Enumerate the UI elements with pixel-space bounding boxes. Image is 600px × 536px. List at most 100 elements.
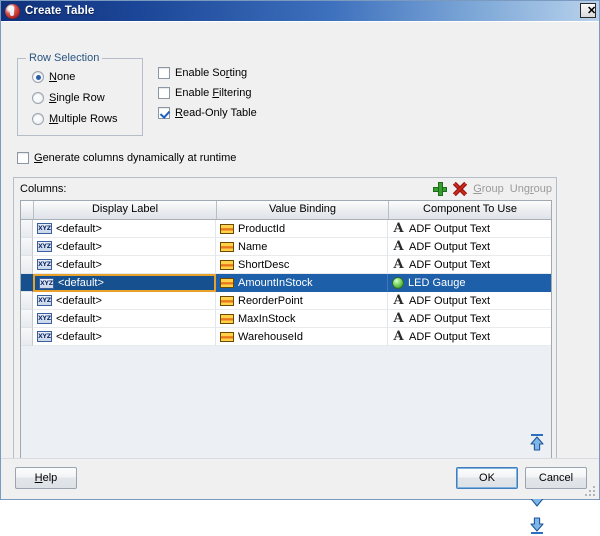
row-gutter[interactable] [21, 274, 33, 292]
cell-display-label-text: <default> [56, 330, 102, 343]
row-gutter[interactable] [21, 328, 33, 346]
cell-component-to-use[interactable]: A ADF Output Text [388, 238, 551, 256]
table-header-row: Display Label Value Binding Component To… [21, 201, 551, 220]
attribute-binding-icon [220, 223, 234, 234]
radio-single-row-label: Single Row [49, 92, 105, 104]
cell-value-binding-text: WarehouseId [238, 330, 304, 343]
dialog-body: Row Selection None Single Row Multiple R… [1, 21, 599, 534]
cell-component-to-use-text: ADF Output Text [409, 312, 491, 325]
cell-component-to-use[interactable]: A ADF Output Text [388, 328, 551, 346]
checkbox-read-only-table[interactable]: Read-Only Table [158, 107, 257, 119]
add-plus-icon[interactable] [433, 182, 448, 196]
checkbox-generate-columns-dynamically-box [17, 152, 29, 164]
radio-multiple-rows[interactable]: Multiple Rows [32, 113, 117, 125]
cell-component-to-use[interactable]: LED Gauge [388, 274, 551, 292]
cell-value-binding[interactable]: ProductId [216, 220, 388, 238]
cell-value-binding[interactable]: ShortDesc [216, 256, 388, 274]
table-row[interactable]: XYZ <default> AmountInStock LED Gauge [21, 274, 551, 292]
cell-display-label-text: <default> [58, 277, 104, 289]
row-gutter[interactable] [21, 256, 33, 274]
help-button-label: Help [34, 472, 58, 484]
cell-display-label[interactable]: XYZ <default> [33, 328, 216, 346]
cell-value-binding[interactable]: MaxInStock [216, 310, 388, 328]
table-header-gutter [21, 201, 34, 219]
checkbox-generate-columns-dynamically-label: Generate columns dynamically at runtime [34, 152, 237, 164]
cell-value-binding-text: AmountInStock [238, 276, 313, 289]
cancel-button[interactable]: Cancel [525, 467, 587, 489]
table-row[interactable]: XYZ <default> ShortDesc A ADF Output Text [21, 256, 551, 274]
table-row[interactable]: XYZ <default> Name A ADF Output Text [21, 238, 551, 256]
columns-panel: Columns: Group Ungroup Display Label Val… [13, 177, 557, 534]
checkbox-enable-filtering[interactable]: Enable Filtering [158, 87, 251, 99]
title-bar[interactable]: Create Table ✕ [1, 1, 599, 21]
column-header-value-binding[interactable]: Value Binding [217, 201, 389, 219]
cell-value-binding[interactable]: WarehouseId [216, 328, 388, 346]
cell-value-binding[interactable]: AmountInStock [216, 274, 388, 292]
ungroup-button: Ungroup [509, 183, 552, 195]
columns-label: Columns: [20, 183, 67, 195]
move-to-top-button[interactable] [527, 432, 547, 452]
cell-display-label-text: <default> [56, 312, 102, 325]
table-row[interactable]: XYZ <default> WarehouseId A ADF Output Text [21, 328, 551, 346]
cell-display-label[interactable]: XYZ <default> [33, 238, 216, 256]
xyz-text-icon: XYZ [37, 223, 52, 234]
columns-table[interactable]: Display Label Value Binding Component To… [20, 200, 552, 472]
attribute-binding-icon [220, 259, 234, 270]
radio-single-row[interactable]: Single Row [32, 92, 105, 104]
group-button: Group [473, 183, 504, 195]
delete-x-icon[interactable] [453, 182, 467, 196]
adf-output-text-icon: A [393, 329, 404, 344]
checkbox-generate-columns-dynamically[interactable]: Generate columns dynamically at runtime [17, 152, 236, 164]
row-gutter[interactable] [21, 310, 33, 328]
cell-display-label[interactable]: XYZ <default> [33, 274, 216, 292]
row-selection-group-title: Row Selection [26, 52, 103, 64]
cell-component-to-use-text: ADF Output Text [409, 240, 491, 253]
radio-none-label: None [49, 71, 76, 83]
column-header-component-to-use[interactable]: Component To Use [389, 201, 551, 219]
cell-value-binding[interactable]: Name [216, 238, 388, 256]
ok-button[interactable]: OK [456, 467, 518, 489]
cell-component-to-use[interactable]: A ADF Output Text [388, 220, 551, 238]
columns-toolbar: Group Ungroup [433, 180, 552, 198]
cell-display-label[interactable]: XYZ <default> [33, 256, 216, 274]
attribute-binding-icon [220, 331, 234, 342]
cell-display-label-text: <default> [56, 222, 102, 235]
xyz-text-icon: XYZ [37, 241, 52, 252]
resize-grip[interactable] [583, 484, 597, 498]
move-to-bottom-button[interactable] [527, 516, 547, 536]
cell-component-to-use-text: ADF Output Text [409, 258, 491, 271]
cell-component-to-use[interactable]: A ADF Output Text [388, 292, 551, 310]
help-button[interactable]: Help [15, 467, 77, 489]
ok-button-label: OK [479, 472, 495, 484]
adf-output-text-icon: A [393, 239, 404, 254]
attribute-binding-icon [220, 241, 234, 252]
row-gutter[interactable] [21, 238, 33, 256]
checkbox-enable-filtering-box [158, 87, 170, 99]
cell-display-label[interactable]: XYZ <default> [33, 220, 216, 238]
checkbox-enable-sorting[interactable]: Enable Sorting [158, 67, 247, 79]
checkbox-enable-sorting-box [158, 67, 170, 79]
xyz-text-icon: XYZ [37, 331, 52, 342]
cell-display-label[interactable]: XYZ <default> [33, 292, 216, 310]
window-title: Create Table [25, 5, 95, 17]
radio-multiple-rows-dot [32, 113, 44, 125]
cell-component-to-use-text: ADF Output Text [409, 294, 491, 307]
checkbox-enable-filtering-label: Enable Filtering [175, 87, 252, 99]
table-row[interactable]: XYZ <default> ProductId A ADF Output Text [21, 220, 551, 238]
cell-value-binding-text: MaxInStock [238, 312, 296, 325]
cell-component-to-use[interactable]: A ADF Output Text [388, 256, 551, 274]
cell-value-binding[interactable]: ReorderPoint [216, 292, 388, 310]
cell-display-label[interactable]: XYZ <default> [33, 310, 216, 328]
adf-output-text-icon: A [393, 293, 404, 308]
close-icon[interactable]: ✕ [580, 3, 596, 18]
radio-none[interactable]: None [32, 71, 75, 83]
row-gutter[interactable] [21, 292, 33, 310]
cell-component-to-use[interactable]: A ADF Output Text [388, 310, 551, 328]
cell-value-binding-text: ReorderPoint [238, 294, 303, 307]
columns-panel-header: Columns: Group Ungroup [14, 178, 556, 200]
table-row[interactable]: XYZ <default> ReorderPoint A ADF Output Text [21, 292, 551, 310]
column-header-display-label[interactable]: Display Label [34, 201, 217, 219]
xyz-text-icon: XYZ [39, 277, 54, 289]
table-row[interactable]: XYZ <default> MaxInStock A ADF Output Text [21, 310, 551, 328]
row-gutter[interactable] [21, 220, 33, 238]
